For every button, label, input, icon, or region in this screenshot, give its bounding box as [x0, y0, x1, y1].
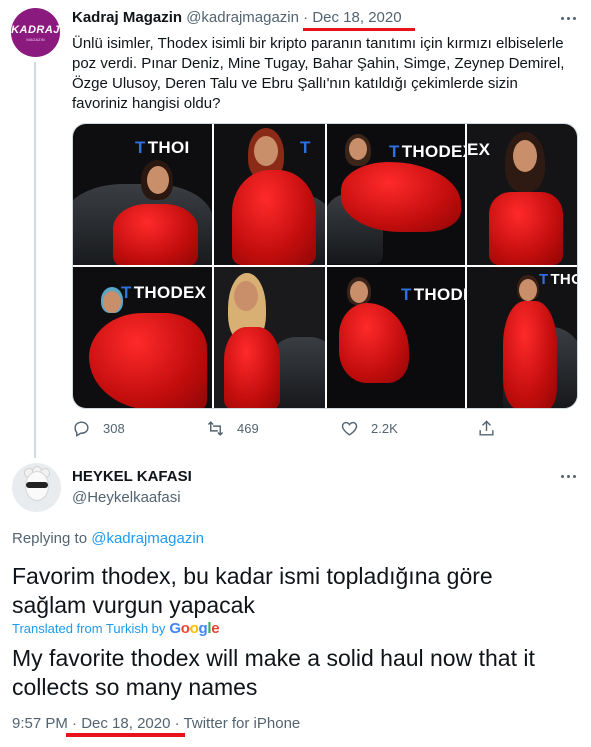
thodex-logo-text: THODEX	[133, 283, 207, 302]
author-name[interactable]: HEYKEL KAFASI	[72, 468, 192, 485]
red-underline-annotation	[66, 733, 185, 737]
avatar-logo-subtext: MAGAZIN	[26, 36, 45, 42]
tweet-text: Ünlü isimler, Thodex isimli bir kripto p…	[72, 35, 565, 112]
tweet-time[interactable]: 9:57 PM	[12, 715, 68, 732]
sunglasses	[26, 482, 48, 488]
media-photo-4[interactable]: EX	[467, 124, 577, 265]
red-underline-annotation	[303, 28, 415, 31]
author-handle[interactable]: @Heykelkaafasi	[72, 489, 181, 506]
heykel-avatar[interactable]	[12, 463, 61, 512]
meta-separator: ·	[174, 715, 180, 732]
media-photo-3[interactable]: TTHODEX	[327, 124, 465, 265]
thodex-logo-text: EX	[467, 140, 491, 159]
media-grid[interactable]: TTHOI T TTHODEX EX	[72, 123, 578, 409]
media-photo-7[interactable]: TTHODE	[327, 267, 465, 408]
retweet-count: 469	[237, 421, 259, 436]
quoted-tweet: KADRAJ MAGAZIN Kadraj Magazin @kadrajmag…	[0, 0, 591, 458]
media-photo-8[interactable]: TTHOD	[467, 267, 577, 408]
media-photo-1[interactable]: T THOI	[73, 124, 212, 265]
like-count: 2.2K	[371, 421, 398, 436]
tweet-header: Kadraj Magazin @kadrajmagazin · Dec 18, …	[72, 9, 402, 26]
thodex-logo-text: THODE	[413, 285, 465, 304]
tweet-actions: 308 469 2.2K	[72, 419, 512, 441]
media-photo-2[interactable]: T	[214, 124, 325, 265]
kadraj-avatar[interactable]: KADRAJ MAGAZIN	[11, 8, 60, 57]
thodex-logo-text: THODEX	[401, 142, 465, 161]
google-logo: Google	[169, 620, 220, 637]
replying-to-link[interactable]: @kadrajmagazin	[91, 530, 204, 547]
retweet-action[interactable]: 469	[206, 419, 259, 438]
thread-line	[34, 62, 36, 458]
header-separator: ·	[303, 9, 309, 26]
share-icon	[479, 420, 494, 436]
tweet-source[interactable]: Twitter for iPhone	[184, 715, 301, 732]
media-photo-6[interactable]	[214, 267, 325, 408]
share-action[interactable]	[477, 419, 496, 438]
reply-count: 308	[103, 421, 125, 436]
thodex-logo-text: THOI	[147, 138, 190, 157]
tweet-date[interactable]: Dec 18, 2020	[312, 9, 401, 26]
avatar-logo-text: KADRAJ	[11, 23, 60, 36]
translated-text: My favorite thodex will make a solid hau…	[12, 645, 535, 700]
more-icon[interactable]	[558, 8, 578, 28]
tweet-date[interactable]: Dec 18, 2020	[81, 715, 170, 732]
meta-separator: ·	[72, 715, 78, 732]
author-name[interactable]: Kadraj Magazin	[72, 9, 182, 26]
replying-prefix: Replying to	[12, 530, 88, 547]
translation-attribution[interactable]: Translated from Turkish by Google	[12, 620, 220, 637]
author-handle[interactable]: @kadrajmagazin	[186, 9, 299, 26]
thodex-logo-text: THOD	[550, 271, 577, 288]
like-icon	[341, 421, 358, 436]
thodex-logo-mark: T	[300, 138, 311, 157]
more-icon[interactable]	[558, 466, 578, 486]
media-photo-5[interactable]: T THODEX	[73, 267, 212, 408]
reply-icon	[74, 421, 89, 437]
tweet-meta: 9:57 PM · Dec 18, 2020 · Twitter for iPh…	[12, 715, 300, 732]
translated-label: Translated from Turkish by	[12, 621, 166, 636]
replying-to: Replying to @kadrajmagazin	[12, 530, 204, 547]
like-action[interactable]: 2.2K	[340, 419, 398, 438]
retweet-icon	[207, 421, 224, 436]
reply-action[interactable]: 308	[72, 419, 125, 438]
tweet-text: Favorim thodex, bu kadar ismi topladığın…	[12, 563, 493, 618]
